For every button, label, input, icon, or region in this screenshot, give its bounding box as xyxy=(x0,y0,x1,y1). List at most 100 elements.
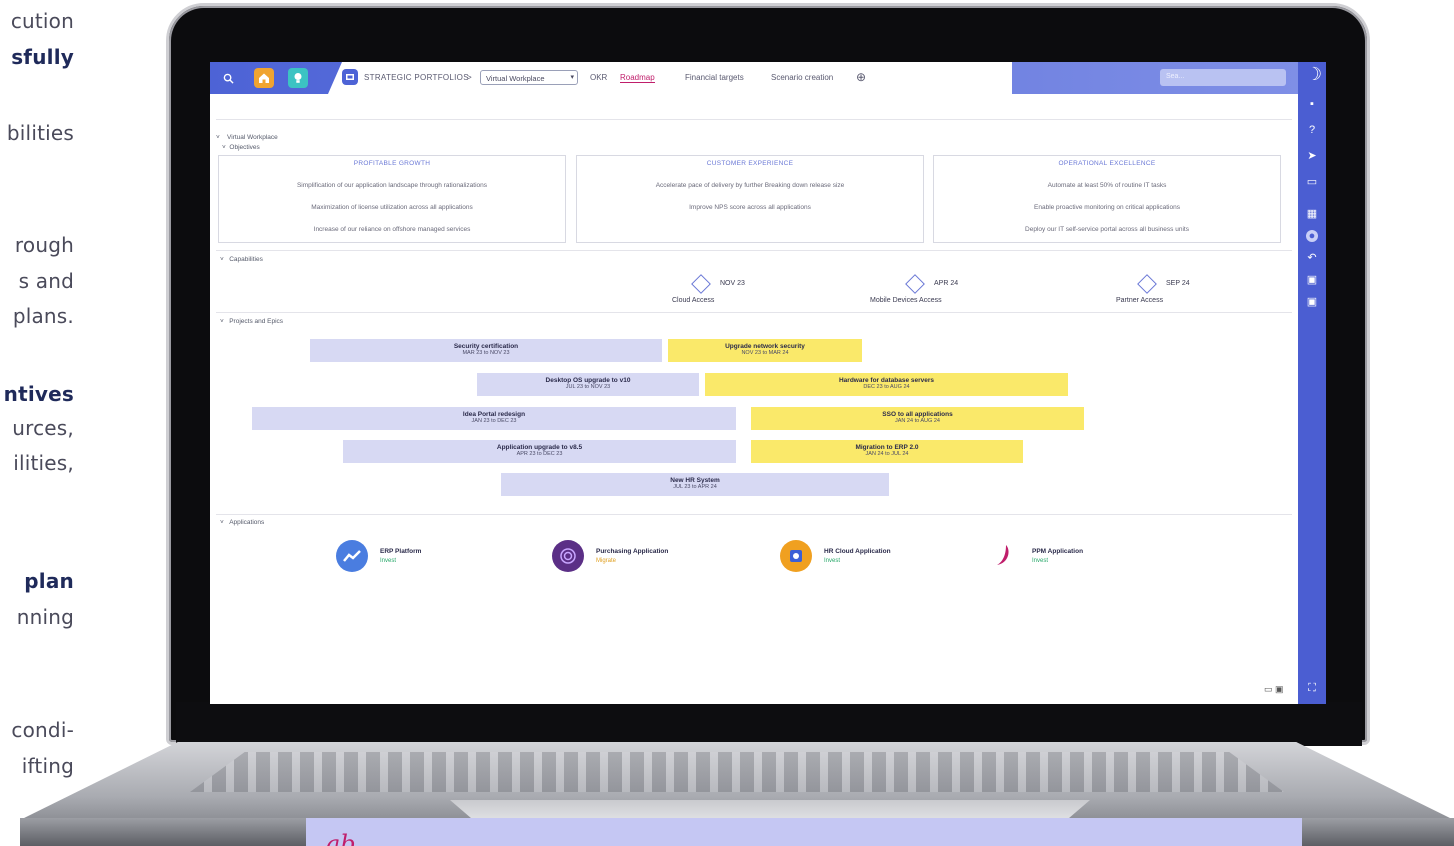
calendar-icon[interactable]: ▦ xyxy=(1306,208,1318,220)
side-line: cution xyxy=(10,9,74,33)
bar-dates: NOV 23 to MAR 24 xyxy=(741,350,789,356)
roadmap-bar[interactable]: SSO to all applications JAN 24 to AUG 24 xyxy=(751,407,1084,430)
section-objectives-label: Objectives xyxy=(229,144,260,151)
bar-dates: JUL 23 to NOV 23 xyxy=(565,384,611,390)
bar-title: Hardware for database servers xyxy=(838,377,935,384)
search-icon[interactable] xyxy=(218,68,238,88)
bar-dates: APR 23 to DEC 23 xyxy=(516,451,563,457)
database-icon[interactable] xyxy=(898,68,918,88)
help-icon[interactable]: ? xyxy=(1306,124,1318,136)
undo-icon[interactable]: ↶ xyxy=(1306,252,1318,264)
bar-dates: JAN 23 to DEC 23 xyxy=(471,418,517,424)
divider xyxy=(216,250,1292,251)
section-applications-label: Applications xyxy=(229,519,265,526)
roadmap-bar[interactable]: Migration to ERP 2.0 JAN 24 to JUL 24 xyxy=(751,440,1023,463)
objective-title: PROFITABLE GROWTH xyxy=(353,160,431,167)
breadcrumb-root[interactable]: STRATEGIC PORTFOLIOS xyxy=(364,73,469,82)
roadmap-bar[interactable]: Application upgrade to v8.5 APR 23 to DE… xyxy=(343,440,736,463)
milestone-name: Cloud Access xyxy=(672,297,715,304)
divider xyxy=(216,312,1292,313)
bar-title: Upgrade network security xyxy=(725,343,805,350)
users-icon[interactable]: ● xyxy=(1306,230,1318,242)
save-icon[interactable]: ▪ xyxy=(1306,98,1318,110)
powerpoint-icon[interactable]: ▣ xyxy=(1306,296,1318,308)
objective-card[interactable]: CUSTOMER EXPERIENCE Accelerate pace of d… xyxy=(576,155,924,243)
side-line: urces, xyxy=(12,416,74,440)
section-capabilities[interactable]: ˅ Capabilities xyxy=(220,256,263,263)
roadmap-bar[interactable]: Hardware for database servers DEC 23 to … xyxy=(705,373,1068,396)
bar-title: Migration to ERP 2.0 xyxy=(855,444,919,451)
application-name: ERP Platform xyxy=(380,548,422,555)
bar-title: SSO to all applications xyxy=(882,411,953,418)
roadmap-bar[interactable]: New HR System JUL 23 to APR 24 xyxy=(501,473,889,496)
section-applications[interactable]: ˅ Applications xyxy=(220,519,264,526)
idea-icon[interactable] xyxy=(288,68,308,88)
banner-text: ab xyxy=(326,830,356,846)
keyboard xyxy=(190,752,1284,792)
tab-scenario-creation[interactable]: Scenario creation xyxy=(771,73,833,82)
milestone-diamond-icon xyxy=(1137,274,1157,294)
fullscreen-icon[interactable]: ⛶ xyxy=(1306,682,1318,694)
divider xyxy=(216,514,1292,515)
tree-root[interactable]: ˅ Virtual Workplace xyxy=(216,134,278,141)
section-projects-label: Projects and Epics xyxy=(229,318,284,325)
section-capabilities-label: Capabilities xyxy=(229,256,263,263)
comment-icon[interactable]: ▭ xyxy=(1306,176,1318,188)
side-line: s and xyxy=(18,269,74,293)
milestone-name: Mobile Devices Access xyxy=(870,297,942,304)
view-toggle-icons[interactable]: ▭ ▣ xyxy=(1264,684,1284,695)
section-objectives[interactable]: ˅ Objectives xyxy=(222,144,260,151)
side-line: sfully xyxy=(11,45,74,69)
bottom-banner: ab xyxy=(306,818,1302,846)
tab-roadmap[interactable]: Roadmap xyxy=(620,73,655,83)
objective-item: Deploy our IT self-service portal across… xyxy=(1025,226,1189,233)
bar-dates: JUL 23 to APR 24 xyxy=(673,484,717,490)
bar-dates: JAN 24 to AUG 24 xyxy=(895,418,940,424)
roadmap-bar[interactable]: Security certification MAR 23 to NOV 23 xyxy=(310,339,662,362)
divider xyxy=(216,119,1292,120)
roadmap-bar[interactable]: Desktop OS upgrade to v10 JUL 23 to NOV … xyxy=(477,373,699,396)
objective-card[interactable]: PROFITABLE GROWTH Simplification of our … xyxy=(218,155,566,243)
objective-card[interactable]: OPERATIONAL EXCELLENCE Automate at least… xyxy=(933,155,1281,243)
side-line: nning xyxy=(16,605,74,629)
milestone-date: SEP 24 xyxy=(1166,280,1190,287)
roadmap-bar[interactable]: Upgrade network security NOV 23 to MAR 2… xyxy=(668,339,862,362)
laptop-bezel-bottom xyxy=(176,702,1362,746)
workspace-select-value: Virtual Workplace xyxy=(486,74,545,83)
side-line: condi- xyxy=(11,718,74,742)
purchasing-icon xyxy=(552,540,584,572)
application-status: Invest xyxy=(380,558,397,564)
application-name: PPM Application xyxy=(1032,548,1084,555)
bar-title: Security certification xyxy=(453,343,519,350)
section-projects[interactable]: ˅ Projects and Epics xyxy=(220,318,283,325)
objective-item: Improve NPS score across all application… xyxy=(689,204,811,211)
add-circle-icon[interactable]: ⊕ xyxy=(920,68,940,88)
objective-item: Simplification of our application landsc… xyxy=(296,182,488,189)
tab-financial-targets[interactable]: Financial targets xyxy=(685,73,744,82)
application-name: HR Cloud Application xyxy=(824,548,891,555)
erp-icon xyxy=(336,540,368,572)
portfolio-icon xyxy=(342,69,358,85)
bar-title: Idea Portal redesign xyxy=(462,411,526,418)
milestone-date: APR 24 xyxy=(934,280,959,287)
milestone-name: Partner Access xyxy=(1116,297,1164,304)
roadmap-bar[interactable]: Idea Portal redesign JAN 23 to DEC 23 xyxy=(252,407,736,430)
bar-dates: JAN 24 to JUL 24 xyxy=(865,451,909,457)
objective-item: Enable proactive monitoring on critical … xyxy=(1034,204,1180,211)
home-icon[interactable] xyxy=(254,68,274,88)
side-line: bilities xyxy=(6,121,74,145)
search-input[interactable]: Sea... xyxy=(1160,69,1286,86)
tab-okr[interactable]: OKR xyxy=(590,73,607,82)
right-sidebar: ☽ ▪ ? ➤ ▭ ▦ ● ↶ ▣ ▣ ⛶ xyxy=(1298,62,1326,704)
milestone-diamond-icon xyxy=(691,274,711,294)
send-icon[interactable]: ➤ xyxy=(1306,150,1318,162)
top-toolbar: STRATEGIC PORTFOLIOS > Virtual Workplace… xyxy=(210,62,1298,94)
app-logo-icon: ☽ xyxy=(1306,64,1323,84)
workspace-select[interactable]: Virtual Workplace ▾ xyxy=(480,70,578,85)
objective-item: Increase of our reliance on offshore man… xyxy=(313,226,471,233)
excel-icon[interactable]: ▣ xyxy=(1306,274,1318,286)
application-name: Purchasing Application xyxy=(596,548,669,555)
side-line: rough xyxy=(14,233,74,257)
objective-item: Accelerate pace of delivery by further B… xyxy=(655,182,845,189)
add-tab-icon[interactable]: ⊕ xyxy=(856,70,866,84)
